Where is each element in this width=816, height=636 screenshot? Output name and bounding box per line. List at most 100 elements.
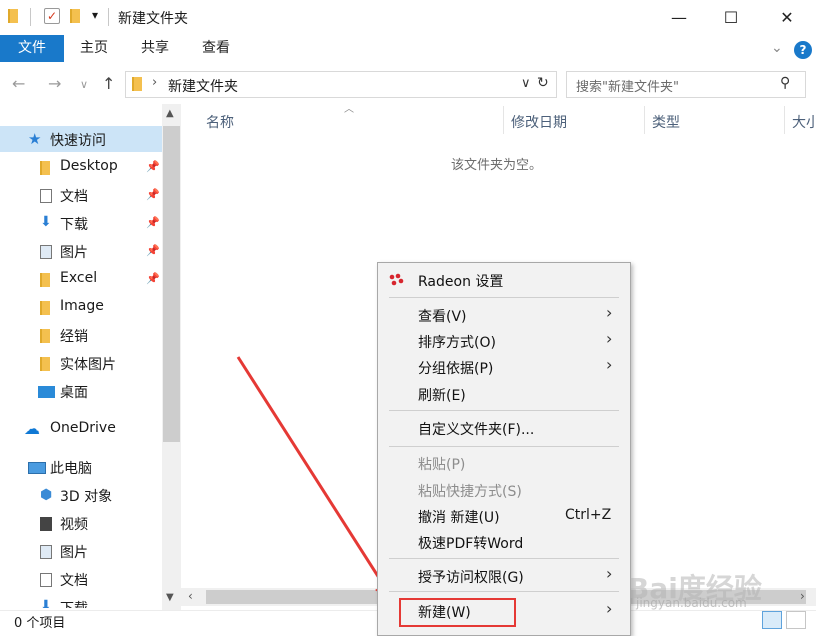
video-icon xyxy=(40,517,52,531)
nav-pc-pictures[interactable]: 图片 xyxy=(0,538,162,566)
nav-physical-pictures[interactable]: 实体图片 xyxy=(0,350,162,378)
tab-home[interactable]: 主页 xyxy=(80,35,108,62)
item-count: 0 个项目 xyxy=(14,616,66,631)
nav-label: 经销 xyxy=(60,329,88,345)
pin-icon: 📌 xyxy=(146,160,160,173)
menu-separator xyxy=(389,558,619,559)
forward-arrow-icon[interactable]: → xyxy=(48,74,61,93)
document-icon xyxy=(40,189,52,203)
nav-label: 桌面 xyxy=(60,385,88,401)
menu-undo-new[interactable]: 撤消 新建(U) xyxy=(418,507,500,527)
menu-customize-folder[interactable]: 自定义文件夹(F)... xyxy=(418,419,534,439)
desktop-icon xyxy=(38,386,55,398)
menu-paste-shortcut: 粘贴快捷方式(S) xyxy=(418,484,522,500)
menu-grant-access[interactable]: 授予访问权限(G) xyxy=(418,567,524,587)
details-view-icon[interactable] xyxy=(762,611,782,629)
nav-label: 3D 对象 xyxy=(60,489,113,505)
scroll-left-icon[interactable]: ‹ xyxy=(188,589,193,603)
nav-label: Image xyxy=(60,298,104,314)
column-date-modified[interactable]: 修改日期 xyxy=(511,112,567,132)
close-button[interactable]: ✕ xyxy=(764,0,810,34)
menu-separator xyxy=(389,410,619,411)
search-icon[interactable]: ⚲ xyxy=(780,75,790,91)
nav-excel[interactable]: Excel 📌 xyxy=(0,266,162,294)
address-history-chevron-icon[interactable]: ∨ xyxy=(521,76,531,91)
nav-pc-documents[interactable]: 文档 xyxy=(0,566,162,594)
column-divider[interactable] xyxy=(503,106,504,134)
back-arrow-icon[interactable]: ← xyxy=(12,74,25,93)
refresh-icon[interactable]: ↻ xyxy=(537,75,549,91)
pin-icon: 📌 xyxy=(146,244,160,257)
nav-label: 文档 xyxy=(60,573,88,589)
nav-downloads[interactable]: ⬇ 下载 📌 xyxy=(0,210,162,238)
nav-documents[interactable]: 文档 📌 xyxy=(0,182,162,210)
tab-file[interactable]: 文件 xyxy=(0,35,64,62)
nav-desktop[interactable]: Desktop 📌 xyxy=(0,154,162,182)
nav-scrollbar-thumb[interactable] xyxy=(163,126,180,442)
nav-label: 文档 xyxy=(60,189,88,205)
annotation-highlight-box xyxy=(399,598,516,627)
submenu-arrow-icon: › xyxy=(606,303,613,322)
pin-icon: 📌 xyxy=(146,188,160,201)
nav-this-pc[interactable]: 此电脑 xyxy=(0,454,162,482)
menu-sort-by[interactable]: 排序方式(O) xyxy=(418,332,496,352)
submenu-arrow-icon: › xyxy=(606,599,613,618)
folder-icon xyxy=(40,357,50,371)
nav-label: 快速访问 xyxy=(50,133,106,149)
nav-onedrive[interactable]: ☁ OneDrive xyxy=(0,416,162,444)
scroll-down-icon[interactable]: ▼ xyxy=(166,592,174,603)
up-arrow-icon[interactable]: ↑ xyxy=(102,74,115,93)
download-icon: ⬇ xyxy=(40,598,52,608)
breadcrumb-chevron-icon[interactable]: › xyxy=(152,75,157,90)
empty-folder-message: 该文件夹为空。 xyxy=(451,158,543,173)
nav-label: OneDrive xyxy=(50,420,116,436)
minimize-button[interactable]: — xyxy=(656,0,702,34)
nav-videos[interactable]: 视频 xyxy=(0,510,162,538)
ribbon xyxy=(0,34,816,64)
menu-paste: 粘贴(P) xyxy=(418,457,466,473)
menu-group-by[interactable]: 分组依据(P) xyxy=(418,358,493,378)
column-type[interactable]: 类型 xyxy=(652,112,680,132)
maximize-button[interactable]: ☐ xyxy=(708,0,754,34)
nav-image[interactable]: Image xyxy=(0,294,162,322)
menu-pdf-to-word[interactable]: 极速PDF转Word xyxy=(418,533,523,553)
new-folder-icon[interactable] xyxy=(70,9,80,23)
menu-view[interactable]: 查看(V) xyxy=(418,306,467,326)
folder-icon xyxy=(40,161,50,175)
large-icons-view-icon[interactable] xyxy=(786,611,806,629)
customize-toolbar-chevron-icon[interactable]: ▾ xyxy=(92,8,98,22)
cloud-icon: ☁ xyxy=(24,419,40,438)
chevron-down-icon[interactable]: ⌄ xyxy=(771,40,783,56)
nav-label: 图片 xyxy=(60,545,88,561)
window-title: 新建文件夹 xyxy=(118,11,188,27)
cube-icon: ⬢ xyxy=(40,487,53,503)
column-size[interactable]: 大小 xyxy=(792,112,816,132)
nav-pictures[interactable]: 图片 📌 xyxy=(0,238,162,266)
folder-icon xyxy=(40,273,50,287)
address-path[interactable]: 新建文件夹 xyxy=(168,76,238,96)
radeon-icon xyxy=(389,273,404,286)
nav-quick-access[interactable]: ★ 快速访问 xyxy=(0,126,162,154)
pictures-icon xyxy=(40,545,52,559)
nav-3d-objects[interactable]: ⬢ 3D 对象 xyxy=(0,482,162,510)
column-divider[interactable] xyxy=(644,106,645,134)
scroll-up-icon[interactable]: ▲ xyxy=(166,108,174,119)
tab-share[interactable]: 共享 xyxy=(141,35,169,62)
recent-locations-chevron-icon[interactable]: ∨ xyxy=(80,78,88,91)
column-name[interactable]: 名称 xyxy=(206,112,234,132)
menu-separator xyxy=(389,591,619,592)
scroll-right-icon[interactable]: › xyxy=(800,589,805,603)
column-divider[interactable] xyxy=(784,106,785,134)
submenu-arrow-icon: › xyxy=(606,329,613,348)
folder-icon xyxy=(40,301,50,315)
nav-distribution[interactable]: 经销 xyxy=(0,322,162,350)
pin-icon: 📌 xyxy=(146,272,160,285)
nav-desktop-folder[interactable]: 桌面 xyxy=(0,378,162,406)
properties-icon[interactable]: ✓ xyxy=(44,8,60,24)
menu-refresh[interactable]: 刷新(E) xyxy=(418,385,466,405)
nav-pc-downloads[interactable]: ⬇ 下载 xyxy=(0,594,162,608)
help-icon[interactable]: ? xyxy=(794,41,812,59)
menu-separator xyxy=(389,446,619,447)
menu-radeon-settings[interactable]: Radeon 设置 xyxy=(418,271,503,291)
tab-view[interactable]: 查看 xyxy=(202,35,230,62)
